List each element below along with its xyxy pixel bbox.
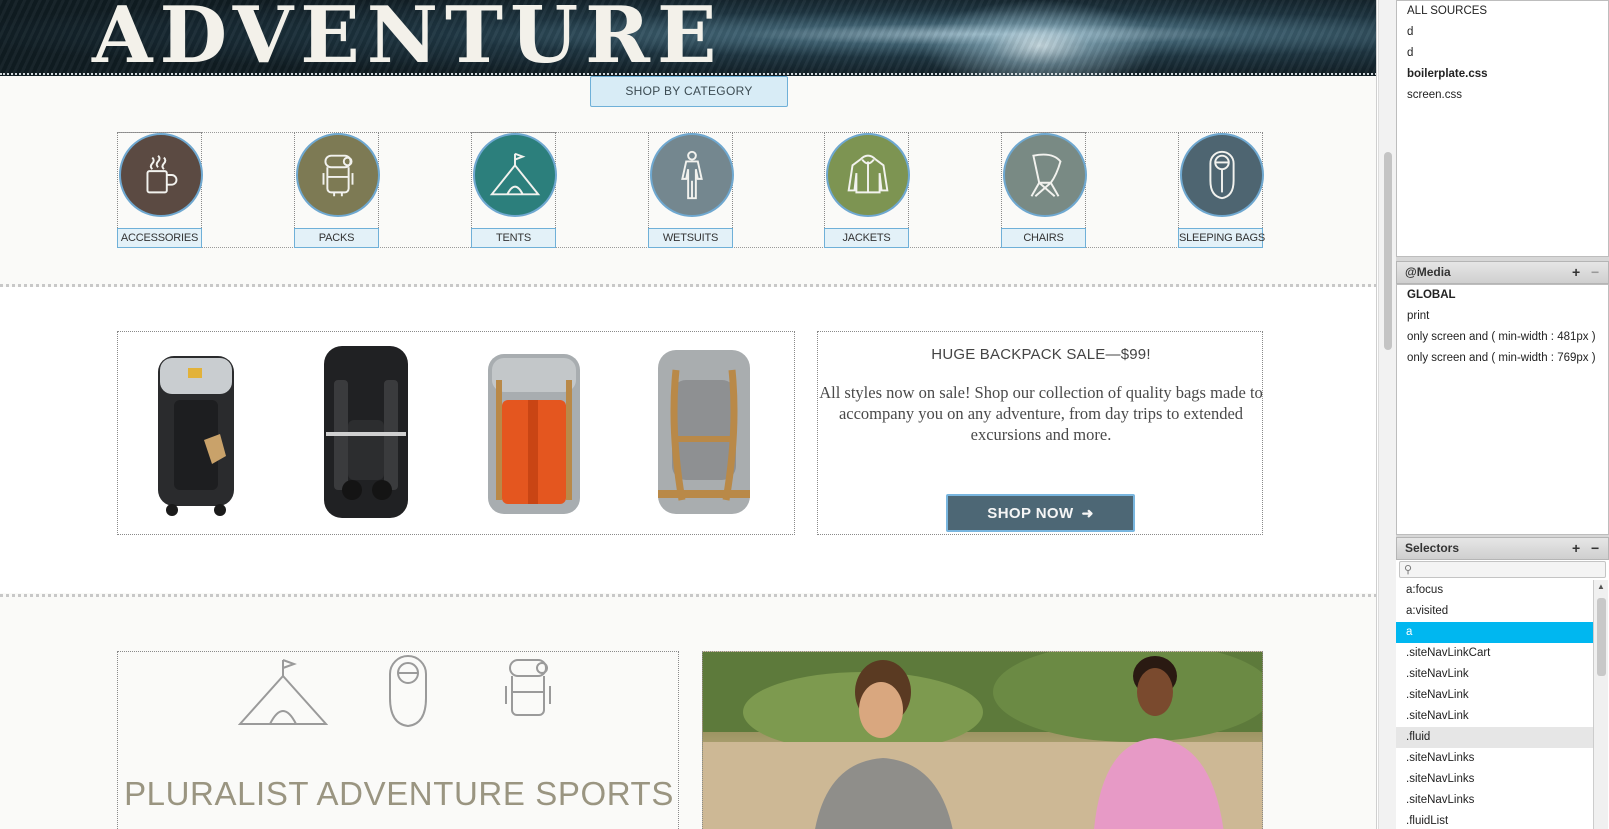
category-chairs[interactable]: CHAIRS bbox=[1001, 132, 1087, 248]
sale-description: All styles now on sale! Shop our collect… bbox=[819, 383, 1263, 444]
category-label: CHAIRS bbox=[1001, 228, 1086, 248]
hero-border bbox=[0, 73, 1376, 75]
remove-media-button[interactable]: − bbox=[1591, 262, 1599, 283]
remove-selector-button[interactable]: − bbox=[1591, 538, 1599, 559]
add-media-button[interactable]: + bbox=[1572, 262, 1580, 283]
source-item[interactable]: screen.css bbox=[1397, 85, 1608, 106]
selector-item[interactable]: .fluid bbox=[1396, 727, 1593, 748]
scroll-up-arrow-icon[interactable]: ▲ bbox=[1597, 582, 1605, 591]
hero-water-splash bbox=[920, 0, 1160, 76]
tent-icon bbox=[473, 133, 557, 217]
media-header-label: @Media bbox=[1405, 265, 1451, 279]
source-item[interactable]: ALL SOURCES bbox=[1397, 1, 1608, 22]
source-item[interactable]: d bbox=[1397, 22, 1608, 43]
design-canvas: ADVENTURE SHOP BY CATEGORY ACCESSORIES P… bbox=[0, 0, 1377, 829]
sleeping-bag-icon bbox=[389, 655, 427, 728]
pack-icon bbox=[296, 133, 380, 217]
tent-icon bbox=[238, 659, 328, 725]
category-label: SLEEPING BAGS bbox=[1178, 228, 1265, 248]
selector-item[interactable]: .siteNavLinks bbox=[1396, 748, 1593, 769]
category-packs[interactable]: PACKS bbox=[294, 132, 380, 248]
selector-search-input[interactable]: ⚲ bbox=[1399, 561, 1606, 578]
media-item[interactable]: GLOBAL bbox=[1397, 285, 1608, 306]
sale-title: HUGE BACKPACK SALE—$99! bbox=[931, 346, 1151, 363]
selector-item[interactable]: .fluidList bbox=[1396, 811, 1593, 829]
backpack-image bbox=[488, 354, 580, 514]
shop-by-category-button[interactable]: SHOP BY CATEGORY bbox=[590, 76, 788, 107]
pack-icon bbox=[505, 659, 551, 716]
source-item[interactable]: d bbox=[1397, 43, 1608, 64]
backpack-gallery bbox=[117, 331, 795, 535]
shop-now-button[interactable]: SHOP NOW ➜ bbox=[946, 494, 1135, 532]
sale-promo: HUGE BACKPACK SALE—$99! All styles now o… bbox=[817, 331, 1263, 535]
lifestyle-photo bbox=[702, 651, 1263, 829]
selector-item[interactable]: .siteNavLinkCart bbox=[1396, 643, 1593, 664]
media-header: @Media + − bbox=[1396, 261, 1609, 284]
wetsuit-icon bbox=[650, 133, 734, 217]
scrollbar-thumb[interactable] bbox=[1597, 598, 1606, 676]
about-title: PLURALIST ADVENTURE SPORTS bbox=[124, 775, 674, 812]
source-item[interactable]: boilerplate.css bbox=[1397, 64, 1608, 85]
media-item[interactable]: only screen and ( min-width : 769px ) bbox=[1397, 348, 1608, 369]
category-label: ACCESSORIES bbox=[117, 228, 202, 248]
category-jackets[interactable]: JACKETS bbox=[824, 132, 910, 248]
selector-item[interactable]: .siteNavLink bbox=[1396, 685, 1593, 706]
category-label: PACKS bbox=[294, 228, 379, 248]
section-divider bbox=[0, 594, 1376, 597]
category-label: TENTS bbox=[471, 228, 556, 248]
media-item[interactable]: only screen and ( min-width : 481px ) bbox=[1397, 327, 1608, 348]
media-list: GLOBAL print only screen and ( min-width… bbox=[1396, 284, 1609, 535]
about-panel: PLURALIST ADVENTURE SPORTS bbox=[117, 651, 679, 829]
add-selector-button[interactable]: + bbox=[1572, 538, 1580, 559]
selector-item[interactable]: a:focus bbox=[1396, 580, 1593, 601]
category-accessories[interactable]: ACCESSORIES bbox=[117, 132, 203, 248]
search-icon: ⚲ bbox=[1404, 564, 1413, 576]
backpack-image bbox=[324, 346, 408, 518]
category-label: WETSUITS bbox=[648, 228, 733, 248]
selector-item[interactable]: .siteNavLinks bbox=[1396, 769, 1593, 790]
category-tents[interactable]: TENTS bbox=[471, 132, 557, 248]
shop-now-label: SHOP NOW bbox=[987, 505, 1074, 522]
hero-banner: ADVENTURE bbox=[0, 0, 1376, 76]
sources-list: ALL SOURCES d d boilerplate.css screen.c… bbox=[1396, 0, 1609, 257]
css-designer-panel: ALL SOURCES d d boilerplate.css screen.c… bbox=[1396, 0, 1609, 829]
media-item[interactable]: print bbox=[1397, 306, 1608, 327]
selectors-scrollbar[interactable]: ▲ bbox=[1593, 580, 1608, 829]
mug-icon bbox=[119, 133, 203, 217]
selector-item[interactable]: .siteNavLink bbox=[1396, 706, 1593, 727]
selectors-header-label: Selectors bbox=[1405, 541, 1460, 555]
canvas-scrollbar[interactable] bbox=[1378, 0, 1396, 829]
people-walking-image bbox=[703, 652, 1262, 829]
sleeping-bag-icon bbox=[1180, 133, 1264, 217]
selector-item[interactable]: a:visited bbox=[1396, 601, 1593, 622]
category-sleeping-bags[interactable]: SLEEPING BAGS bbox=[1178, 132, 1265, 248]
selectors-header: Selectors + − bbox=[1396, 537, 1609, 560]
jacket-icon bbox=[826, 133, 910, 217]
selectors-items: a:focus a:visited a .siteNavLinkCart .si… bbox=[1396, 580, 1593, 829]
category-wetsuits[interactable]: WETSUITS bbox=[648, 132, 734, 248]
selector-item-selected[interactable]: a bbox=[1396, 622, 1593, 643]
category-label: JACKETS bbox=[824, 228, 909, 248]
hero-title: ADVENTURE bbox=[92, 0, 724, 76]
chair-icon bbox=[1003, 133, 1087, 217]
backpack-image bbox=[158, 356, 234, 516]
backpack-image bbox=[658, 350, 750, 514]
selectors-list: a:focus a:visited a .siteNavLinkCart .si… bbox=[1396, 560, 1609, 829]
arrow-right-icon: ➜ bbox=[1081, 505, 1094, 521]
selector-item[interactable]: .siteNavLinks bbox=[1396, 790, 1593, 811]
scrollbar-thumb[interactable] bbox=[1384, 152, 1392, 350]
selector-item[interactable]: .siteNavLink bbox=[1396, 664, 1593, 685]
